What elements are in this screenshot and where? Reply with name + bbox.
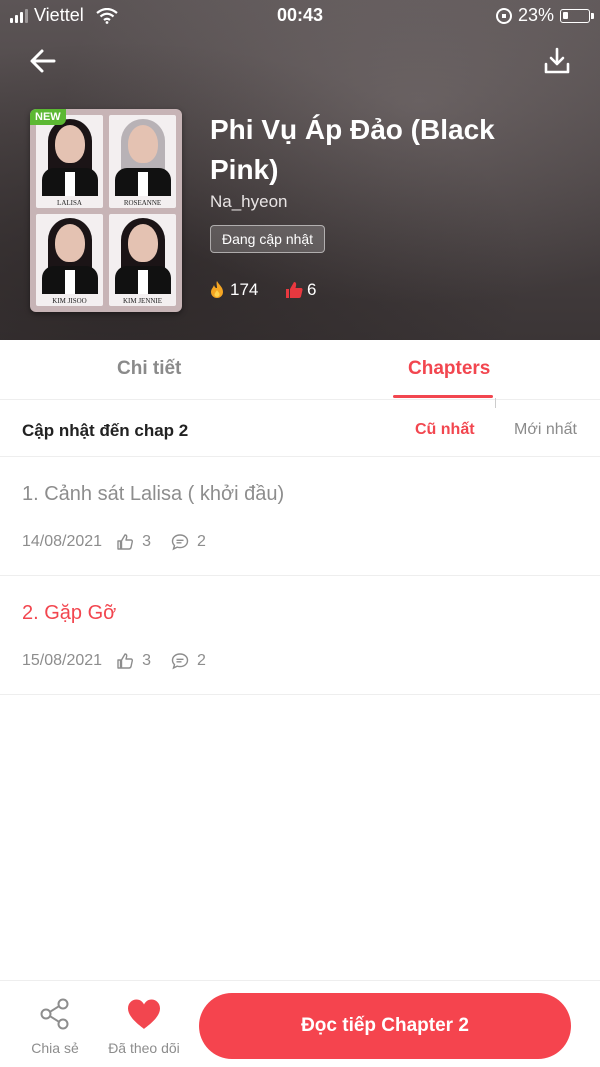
battery-icon [560, 8, 594, 23]
share-icon [40, 998, 69, 1030]
chapter-title: 2. Gặp Gỡ [22, 602, 117, 624]
cover-caption: KIM JENNIE [122, 297, 163, 305]
chapter-item[interactable]: 2. Gặp Gỡ 15/08/2021 3 2 [0, 576, 600, 695]
chapter-date: 14/08/2021 [22, 533, 103, 550]
tab-chapters[interactable]: Chapters [408, 358, 490, 380]
chapter-date: 15/08/2021 [22, 652, 103, 669]
orientation-lock-icon [495, 7, 512, 24]
cover-photo: LALISA [36, 115, 103, 208]
new-badge: NEW [30, 109, 66, 125]
chapter-item[interactable]: 1. Cảnh sát Lalisa ( khởi đầu) 14/08/202… [0, 457, 600, 576]
story-title: Phi Vụ Áp Đảo (Black Pink) [210, 114, 495, 185]
back-arrow-icon[interactable] [26, 44, 60, 78]
views-count: 174 [230, 280, 259, 299]
chapter-comments: 2 [196, 652, 206, 669]
status-badge: Đang cập nhật [210, 225, 326, 253]
chapter-likes: 3 [142, 652, 151, 669]
story-header: Viettel 00:43 23% LALISA ROSEANNE KIM JI… [0, 0, 600, 340]
heart-icon [128, 999, 160, 1029]
chapter-meta: 14/08/2021 3 2 [22, 533, 226, 551]
follow-label: Đã theo dõi [108, 1040, 180, 1056]
download-icon[interactable] [542, 46, 572, 76]
cover-photo: KIM JISOO [36, 213, 103, 306]
thumbs-up-icon [286, 282, 303, 298]
chapter-likes: 3 [142, 533, 151, 550]
active-tab-indicator [393, 395, 493, 398]
likes-stat: 6 [284, 280, 316, 300]
thumbs-up-icon [117, 653, 134, 669]
sort-newest-button[interactable]: Mới nhất [514, 421, 577, 439]
cover-caption: LALISA [57, 198, 82, 207]
cover-caption: KIM JISOO [52, 297, 87, 305]
battery-percent: 23% [517, 5, 554, 25]
views-stat: 174 [207, 280, 258, 300]
comment-icon [171, 534, 189, 551]
comment-icon [171, 653, 189, 670]
chapter-comments: 2 [196, 533, 206, 550]
story-cover[interactable]: LALISA ROSEANNE KIM JISOO KIM JENNIE NEW [30, 109, 182, 312]
thumbs-up-icon [117, 534, 134, 550]
cover-photo: KIM JENNIE [109, 213, 176, 306]
update-status-label: Cập nhật đến chap 2 [22, 421, 189, 440]
battery-status: 23% [495, 5, 594, 26]
story-author[interactable]: Na_hyeon [210, 192, 288, 212]
tab-bar: Chi tiết Chapters [0, 340, 600, 408]
bottom-action-bar: Chia sẻ Đã theo dõi Đọc tiếp Chapter 2 [0, 980, 600, 1067]
tab-details[interactable]: Chi tiết [117, 358, 181, 380]
likes-count: 6 [307, 280, 317, 299]
chapter-sort-bar: Cập nhật đến chap 2 Cũ nhất Mới nhất [0, 400, 600, 457]
cover-caption: ROSEANNE [123, 198, 162, 207]
share-label: Chia sẻ [31, 1040, 79, 1056]
chapter-meta: 15/08/2021 3 2 [22, 652, 226, 670]
status-bar: Viettel 00:43 23% [0, 0, 600, 32]
chapter-title: 1. Cảnh sát Lalisa ( khởi đầu) [22, 483, 285, 505]
continue-reading-button[interactable]: Đọc tiếp Chapter 2 [199, 993, 571, 1059]
battery-fill [563, 11, 568, 19]
sort-oldest-button[interactable]: Cũ nhất [415, 421, 475, 439]
fire-icon [211, 281, 223, 298]
follow-button[interactable]: Đã theo dõi [104, 997, 184, 1056]
cover-photo: ROSEANNE [109, 115, 176, 208]
share-button[interactable]: Chia sẻ [28, 997, 82, 1056]
